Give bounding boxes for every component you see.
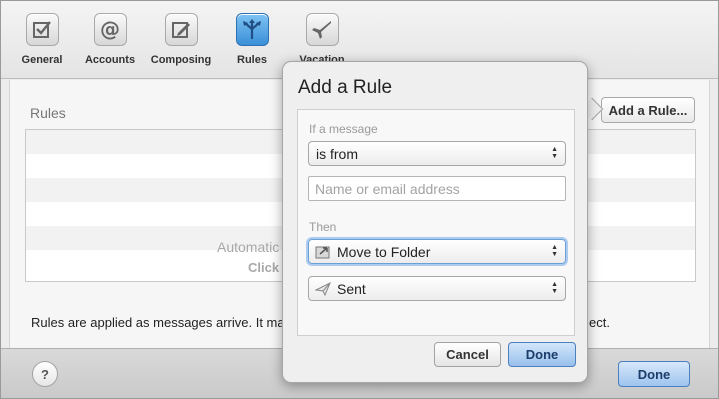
folder-select[interactable]: Sent ▲ ▼ [308,276,566,301]
done-button[interactable]: Done [618,361,690,387]
select-arrows-icon: ▲ ▼ [551,146,558,160]
help-button[interactable]: ? [32,361,58,387]
rules-footnote: Rules are applied as messages arrive. It… [31,315,285,330]
toolbar-item-general[interactable]: General [20,13,64,73]
action-select-value: Move to Folder [337,243,431,260]
toolbar-item-composing[interactable]: Composing [149,13,213,73]
condition-select[interactable]: is from ▲ ▼ [308,141,566,166]
svg-text:@: @ [100,18,120,41]
toolbar-label-rules: Rules [237,54,267,66]
toolbar-label-general: General [21,54,63,66]
condition-section-label: If a message [309,122,378,136]
folder-move-icon [315,244,331,260]
toolbar-label-composing: Composing [150,54,212,66]
popover-title: Add a Rule [298,77,393,98]
general-checkbox-icon [25,13,59,46]
rules-section-title: Rules [30,105,66,121]
toolbar-label-accounts: Accounts [84,54,136,66]
select-arrows-icon: ▲ ▼ [551,281,558,295]
cancel-button[interactable]: Cancel [434,342,501,367]
empty-list-message: Automatic [217,239,280,255]
at-sign-icon: @ [93,13,127,46]
select-arrows-icon: ▲ ▼ [551,244,558,258]
airplane-icon [305,13,339,46]
toolbar-item-accounts[interactable]: @ Accounts [83,13,137,73]
condition-select-value: is from [316,145,358,162]
rules-footnote-end: ect. [589,315,610,330]
empty-list-hint: Click [248,260,280,275]
folder-select-value: Sent [337,280,366,297]
compose-icon [164,13,198,46]
popover-done-button[interactable]: Done [508,342,576,367]
rules-arrows-icon [235,13,269,46]
address-input[interactable] [308,176,566,201]
toolbar-item-rules[interactable]: Rules [235,13,269,73]
action-section-label: Then [309,220,337,234]
sent-paper-plane-icon [315,281,331,297]
add-rule-button[interactable]: Add a Rule... [601,97,695,123]
preferences-window: General @ Accounts Composing Rules Vacat… [0,0,719,399]
action-select[interactable]: Move to Folder ▲ ▼ [308,239,566,264]
